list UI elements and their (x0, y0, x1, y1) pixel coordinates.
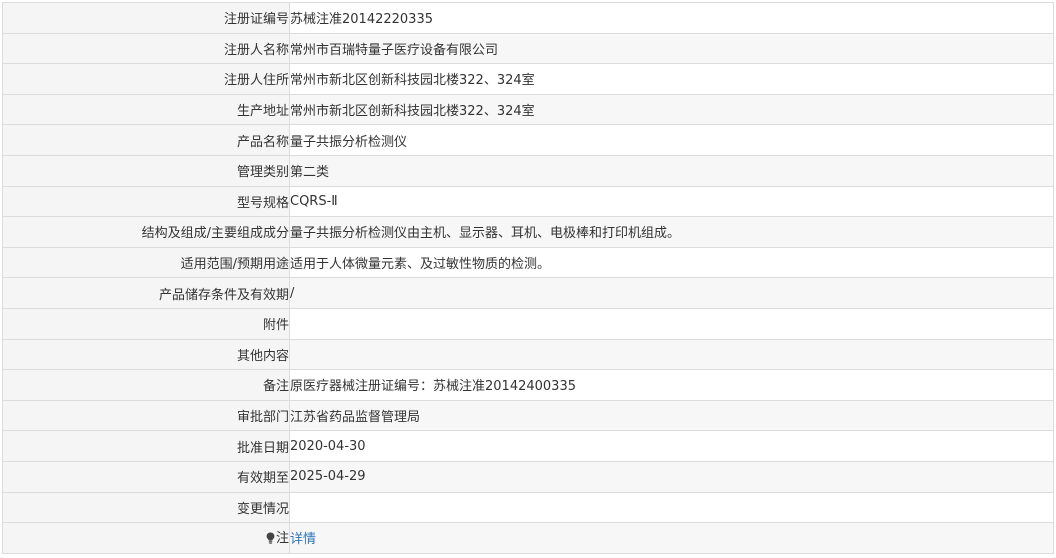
note-label: 注 (275, 531, 289, 547)
row-label: 生产地址 (2, 93, 290, 126)
row-value: 2025-04-29 (289, 460, 1054, 493)
row-label: 注册人住所 (2, 63, 290, 95)
row-label: 适用范围/预期用途 (2, 246, 290, 279)
row-value (289, 307, 1054, 340)
row-value: 苏械注准20142220335 (289, 2, 1054, 34)
table-row: 适用范围/预期用途 适用于人体微量元素、及过敏性物质的检测。 (2, 246, 1054, 279)
lightbulb-icon (266, 532, 275, 548)
row-value: 原医疗器械注册证编号：苏械注准20142400335 (289, 369, 1054, 401)
row-value (289, 338, 1054, 371)
row-label: 其他内容 (2, 338, 290, 371)
row-label: 变更情况 (2, 491, 290, 524)
table-row: 注册证编号 苏械注准20142220335 (2, 2, 1054, 34)
note-value-cell: 详情 (289, 522, 1054, 554)
row-value (289, 491, 1054, 524)
table-row: 附件 (2, 307, 1054, 340)
note-label-cell: 注 (2, 522, 290, 554)
table-row: 结构及组成/主要组成成分 量子共振分析检测仪由主机、显示器、耳机、电极棒和打印机… (2, 216, 1054, 248)
row-label: 型号规格 (2, 185, 290, 218)
row-label: 备注 (2, 369, 290, 401)
table-row: 产品储存条件及有效期 / (2, 277, 1054, 309)
row-label: 批准日期 (2, 430, 290, 462)
row-label: 注册人名称 (2, 32, 290, 65)
row-value: 常州市百瑞特量子医疗设备有限公司 (289, 32, 1054, 65)
table-row: 产品名称 量子共振分析检测仪 (2, 124, 1054, 156)
row-value: 2020-04-30 (289, 430, 1054, 462)
table-row: 管理类别 第二类 (2, 154, 1054, 187)
row-value: 常州市新北区创新科技园北楼322、324室 (289, 93, 1054, 126)
details-link[interactable]: 详情 (290, 532, 316, 547)
row-value: 江苏省药品监督管理局 (289, 399, 1054, 432)
table-row: 型号规格 CQRS-Ⅱ (2, 185, 1054, 218)
row-value: CQRS-Ⅱ (289, 185, 1054, 218)
row-value: 常州市新北区创新科技园北楼322、324室 (289, 63, 1054, 95)
table-row: 审批部门 江苏省药品监督管理局 (2, 399, 1054, 432)
table-row: 备注 原医疗器械注册证编号：苏械注准20142400335 (2, 369, 1054, 401)
row-value: 量子共振分析检测仪 (289, 124, 1054, 156)
table-row: 变更情况 (2, 491, 1054, 524)
note-row: 注 详情 (2, 522, 1054, 554)
row-label: 附件 (2, 307, 290, 340)
row-label: 审批部门 (2, 399, 290, 432)
row-value: 量子共振分析检测仪由主机、显示器、耳机、电极棒和打印机组成。 (289, 216, 1054, 248)
row-value: 第二类 (289, 154, 1054, 187)
row-value: / (289, 277, 1054, 309)
table-row: 生产地址 常州市新北区创新科技园北楼322、324室 (2, 93, 1054, 126)
table-row: 有效期至 2025-04-29 (2, 460, 1054, 493)
table-row: 注册人住所 常州市新北区创新科技园北楼322、324室 (2, 63, 1054, 95)
row-label: 注册证编号 (2, 2, 290, 34)
table-row: 注册人名称 常州市百瑞特量子医疗设备有限公司 (2, 32, 1054, 65)
row-label: 管理类别 (2, 154, 290, 187)
row-label: 产品储存条件及有效期 (2, 277, 290, 309)
row-value: 适用于人体微量元素、及过敏性物质的检测。 (289, 246, 1054, 279)
row-label: 有效期至 (2, 460, 290, 493)
registration-info-table: 注册证编号 苏械注准20142220335 注册人名称 常州市百瑞特量子医疗设备… (2, 2, 1054, 554)
table-row: 批准日期 2020-04-30 (2, 430, 1054, 462)
row-label: 结构及组成/主要组成成分 (2, 216, 290, 248)
row-label: 产品名称 (2, 124, 290, 156)
table-row: 其他内容 (2, 338, 1054, 371)
